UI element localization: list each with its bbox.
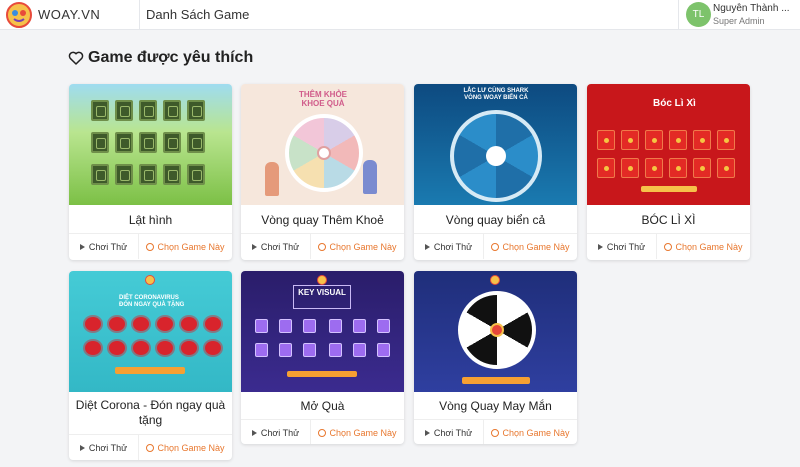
- choose-label: Chọn Game Này: [157, 241, 225, 252]
- brand[interactable]: WOAY.VN: [0, 0, 140, 30]
- play-icon: [251, 243, 257, 250]
- play-button[interactable]: Chơi Thử: [241, 420, 311, 444]
- card-actions: Chơi Thử Chọn Game Này: [414, 233, 577, 259]
- play-button[interactable]: Chơi Thử: [241, 234, 311, 259]
- section-header: Game được yêu thích: [68, 49, 253, 67]
- target-icon: [491, 428, 500, 437]
- play-label: Chơi Thử: [433, 427, 473, 438]
- game-card-diet-corona: DIỆT CORONAVIRUS ĐÓN NGAY QUÀ TẶNG Diệt C…: [69, 271, 232, 460]
- target-icon: [146, 443, 155, 452]
- play-icon: [424, 243, 430, 250]
- target-icon: [664, 242, 673, 251]
- choose-game-button[interactable]: Chọn Game Này: [311, 420, 404, 444]
- choose-label: Chọn Game Này: [329, 241, 397, 252]
- choose-label: Chọn Game Này: [502, 427, 570, 438]
- choose-label: Chọn Game Này: [329, 427, 397, 438]
- card-actions: Chơi Thử Chọn Game Này: [69, 434, 232, 460]
- game-title: Vòng quay biển cả: [445, 213, 546, 227]
- user-menu[interactable]: TL Nguyễn Thành ... Super Admin: [678, 0, 800, 30]
- play-label: Chơi Thử: [88, 241, 128, 252]
- game-thumbnail[interactable]: [414, 271, 577, 392]
- play-label: Chơi Thử: [260, 241, 300, 252]
- user-role: Super Admin: [713, 16, 765, 26]
- woay-logo-icon: [6, 2, 32, 28]
- play-label: Chơi Thử: [260, 427, 300, 438]
- heart-icon: [68, 51, 84, 65]
- play-button[interactable]: Chơi Thử: [414, 420, 484, 444]
- game-thumbnail[interactable]: KEY VISUAL: [241, 271, 404, 392]
- card-actions: Chơi Thử Chọn Game Này: [69, 233, 232, 259]
- choose-label: Chọn Game Này: [675, 241, 743, 252]
- play-button[interactable]: Chơi Thử: [69, 234, 139, 259]
- choose-game-button[interactable]: Chọn Game Này: [657, 234, 750, 259]
- choose-game-button[interactable]: Chọn Game Này: [311, 234, 404, 259]
- game-title: BÓC LÌ XÌ: [641, 213, 696, 227]
- target-icon: [146, 242, 155, 251]
- choose-game-button[interactable]: Chọn Game Này: [139, 234, 232, 259]
- play-icon: [424, 429, 430, 436]
- card-actions: Chơi Thử Chọn Game Này: [587, 233, 750, 259]
- play-icon: [79, 444, 85, 451]
- game-card-lat-hinh: Lật hình Chơi Thử Chọn Game Này: [69, 84, 232, 260]
- play-icon: [251, 429, 257, 436]
- game-thumbnail[interactable]: THÊM KHỎE KHOE QUÀ: [241, 84, 404, 205]
- game-thumbnail[interactable]: Bóc Lì Xì: [587, 84, 750, 205]
- game-title: Vòng Quay May Mắn: [439, 399, 552, 413]
- target-icon: [318, 428, 327, 437]
- choose-label: Chọn Game Này: [157, 442, 225, 453]
- brand-name: WOAY.VN: [38, 7, 101, 22]
- play-label: Chơi Thử: [88, 442, 128, 453]
- game-title: Vòng quay Thêm Khoẻ: [261, 213, 384, 227]
- top-bar: WOAY.VN Danh Sách Game TL Nguyễn Thành .…: [0, 0, 800, 30]
- game-card-boc-li-xi: Bóc Lì Xì BÓC LÌ XÌ Chơi Thử Chọn Game N…: [587, 84, 750, 260]
- game-thumbnail[interactable]: [69, 84, 232, 205]
- target-icon: [491, 242, 500, 251]
- play-icon: [597, 243, 603, 250]
- play-button[interactable]: Chơi Thử: [587, 234, 657, 259]
- play-label: Chơi Thử: [433, 241, 473, 252]
- avatar: TL: [686, 2, 711, 27]
- play-button[interactable]: Chơi Thử: [69, 435, 139, 460]
- game-card-vong-quay-may-man: Vòng Quay May Mắn Chơi Thử Chọn Game Này: [414, 271, 577, 444]
- play-icon: [79, 243, 85, 250]
- game-card-vong-quay-them-khoe: THÊM KHỎE KHOE QUÀ Vòng quay Thêm Khoẻ Ch…: [241, 84, 404, 260]
- card-actions: Chơi Thử Chọn Game Này: [241, 419, 404, 444]
- game-card-vong-quay-bien-ca: LẮC LƯ CÙNG SHARK VÒNG WOAY BIỂN CẢ Vòng …: [414, 84, 577, 260]
- game-title: Diệt Corona - Đón ngay quà tặng: [75, 398, 226, 427]
- card-actions: Chơi Thử Chọn Game Này: [414, 419, 577, 444]
- game-title: Mở Quà: [300, 399, 345, 413]
- choose-label: Chọn Game Này: [502, 241, 570, 252]
- section-title: Game được yêu thích: [88, 49, 254, 66]
- card-actions: Chơi Thử Chọn Game Này: [241, 233, 404, 259]
- target-icon: [318, 242, 327, 251]
- choose-game-button[interactable]: Chọn Game Này: [139, 435, 232, 460]
- page-title: Danh Sách Game: [146, 7, 250, 22]
- user-name: Nguyễn Thành ...: [713, 3, 790, 14]
- choose-game-button[interactable]: Chọn Game Này: [484, 234, 577, 259]
- choose-game-button[interactable]: Chọn Game Này: [484, 420, 577, 444]
- game-card-mo-qua: KEY VISUAL Mở Quà Chơi Thử Chọn Game Này: [241, 271, 404, 444]
- game-thumbnail[interactable]: DIỆT CORONAVIRUS ĐÓN NGAY QUÀ TẶNG: [69, 271, 232, 392]
- play-button[interactable]: Chơi Thử: [414, 234, 484, 259]
- game-title: Lật hình: [128, 213, 173, 227]
- game-thumbnail[interactable]: LẮC LƯ CÙNG SHARK VÒNG WOAY BIỂN CẢ: [414, 84, 577, 205]
- play-label: Chơi Thử: [606, 241, 646, 252]
